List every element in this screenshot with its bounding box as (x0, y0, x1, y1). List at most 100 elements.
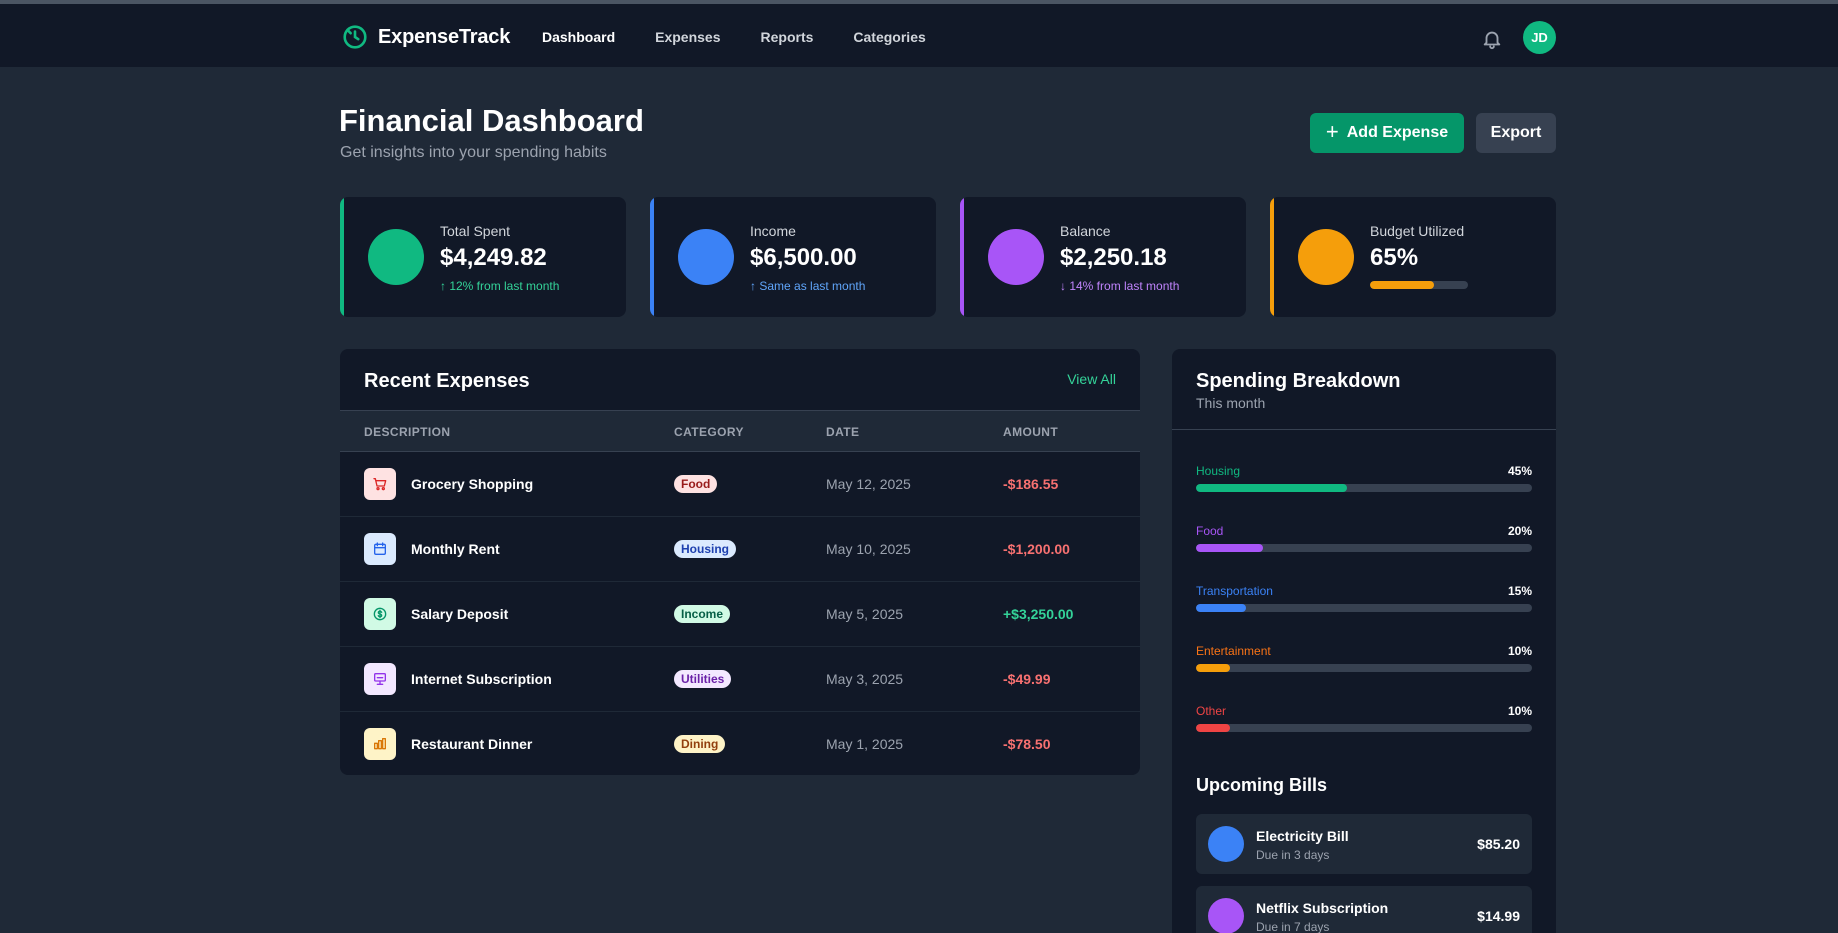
stat-card-income: Income $6,500.00 ↑ Same as last month (650, 197, 936, 317)
page-title: Financial Dashboard (339, 103, 644, 138)
stat-icon-circle (1298, 229, 1354, 285)
column-header-amount[interactable]: AMOUNT (1003, 425, 1058, 439)
stat-value: $2,250.18 (1060, 244, 1167, 271)
breakdown-bar (1196, 664, 1532, 672)
stat-label: Balance (1060, 223, 1111, 239)
recent-expenses-title: Recent Expenses (364, 370, 530, 392)
table-row[interactable]: Restaurant Dinner Dining May 1, 2025 -$7… (340, 712, 1140, 775)
category-badge: Food (674, 475, 718, 493)
nav-categories[interactable]: Categories (853, 29, 925, 45)
breakdown-bar-fill (1196, 604, 1247, 612)
table-row[interactable]: Grocery Shopping Food May 12, 2025 -$186… (340, 452, 1140, 517)
nav-expenses[interactable]: Expenses (655, 29, 720, 45)
expense-description: Grocery Shopping (411, 476, 534, 492)
expense-description: Monthly Rent (411, 541, 500, 557)
chart-icon (364, 728, 396, 760)
page-subtitle: Get insights into your spending habits (340, 144, 607, 161)
expense-description: Internet Subscription (411, 671, 552, 687)
expense-date: May 5, 2025 (826, 606, 904, 622)
expense-date: May 1, 2025 (826, 736, 904, 752)
stat-icon-circle (368, 229, 424, 285)
dollar-icon (364, 598, 396, 630)
breakdown-subtitle: This month (1196, 395, 1266, 411)
stat-label: Budget Utilized (1370, 223, 1465, 239)
user-avatar[interactable]: JD (1523, 21, 1556, 54)
stat-icon-circle (678, 229, 734, 285)
budget-progress-fill (1370, 281, 1434, 289)
breakdown-item-transportation: Transportation 15% (1196, 584, 1532, 614)
expense-date: May 10, 2025 (826, 541, 911, 557)
breakdown-label: Food (1196, 524, 1224, 538)
breakdown-bar-fill (1196, 544, 1264, 552)
view-all-link[interactable]: View All (1067, 371, 1116, 387)
breakdown-percent: 20% (1507, 524, 1532, 538)
nav-dashboard[interactable]: Dashboard (542, 29, 615, 45)
breakdown-bar-fill (1196, 484, 1348, 492)
expense-amount: -$78.50 (1003, 736, 1051, 752)
breakdown-percent: 15% (1507, 584, 1532, 598)
stat-card-budget: Budget Utilized 65% (1270, 197, 1556, 317)
breakdown-item-housing: Housing 45% (1196, 464, 1532, 494)
bill-item[interactable]: Netflix Subscription Due in 7 days $14.9… (1196, 886, 1532, 933)
bill-amount: $85.20 (1477, 836, 1520, 852)
breakdown-bar-fill (1196, 664, 1230, 672)
stat-label: Income (750, 223, 796, 239)
stat-change: ↓ 14% from last month (1060, 279, 1180, 293)
column-header-category[interactable]: CATEGORY (674, 425, 744, 439)
expense-date: May 3, 2025 (826, 671, 904, 687)
expense-amount: +$3,250.00 (1003, 606, 1074, 622)
card-accent (1270, 197, 1274, 317)
recent-expenses-panel: Recent Expenses View All DESCRIPTION CAT… (340, 349, 1140, 775)
category-badge: Housing (674, 540, 736, 558)
breakdown-label: Entertainment (1196, 644, 1271, 658)
table-row[interactable]: Monthly Rent Housing May 10, 2025 -$1,20… (340, 517, 1140, 582)
breakdown-label: Transportation (1196, 584, 1273, 598)
table-row[interactable]: Internet Subscription Utilities May 3, 2… (340, 647, 1140, 712)
bill-icon-circle (1208, 826, 1244, 862)
bell-icon[interactable] (1481, 28, 1503, 50)
breakdown-label: Other (1196, 704, 1227, 718)
breakdown-percent: 45% (1507, 464, 1532, 478)
nav-reports[interactable]: Reports (761, 29, 814, 45)
stat-value: $4,249.82 (440, 244, 547, 271)
export-button[interactable]: Export (1476, 113, 1556, 153)
navbar: ExpenseTrack Dashboard Expenses Reports … (0, 4, 1838, 68)
upcoming-bills-title: Upcoming Bills (1196, 775, 1328, 795)
breakdown-bar (1196, 604, 1532, 612)
bill-due: Due in 3 days (1256, 848, 1330, 862)
breakdown-bar (1196, 544, 1532, 552)
category-badge: Utilities (674, 670, 732, 688)
add-expense-button[interactable]: + Add Expense (1310, 113, 1464, 153)
brand[interactable]: ExpenseTrack (342, 24, 510, 50)
card-accent (960, 197, 964, 317)
column-header-date[interactable]: DATE (826, 425, 859, 439)
category-badge: Income (674, 605, 731, 623)
breakdown-percent: 10% (1507, 704, 1532, 718)
monitor-icon (364, 663, 396, 695)
stat-icon-circle (988, 229, 1044, 285)
expense-amount: -$1,200.00 (1003, 541, 1070, 557)
expense-description: Salary Deposit (411, 606, 509, 622)
category-badge: Dining (674, 735, 726, 753)
spending-breakdown-panel: Spending Breakdown This month Housing 45… (1172, 349, 1556, 933)
stat-value: 65% (1370, 244, 1419, 271)
brand-name: ExpenseTrack (378, 25, 511, 48)
bill-item[interactable]: Electricity Bill Due in 3 days $85.20 (1196, 814, 1532, 874)
cart-icon (364, 468, 396, 500)
card-accent (340, 197, 344, 317)
calendar-icon (364, 533, 396, 565)
expense-description: Restaurant Dinner (411, 736, 533, 752)
stat-card-balance: Balance $2,250.18 ↓ 14% from last month (960, 197, 1246, 317)
breakdown-bar-fill (1196, 724, 1230, 732)
expense-date: May 12, 2025 (826, 476, 911, 492)
bill-icon-circle (1208, 898, 1244, 933)
bill-due: Due in 7 days (1256, 920, 1330, 933)
plus-icon: + (1325, 119, 1339, 144)
breakdown-item-food: Food 20% (1196, 524, 1532, 554)
bill-amount: $14.99 (1477, 908, 1520, 924)
breakdown-item-entertainment: Entertainment 10% (1196, 644, 1532, 674)
stat-change: ↑ 12% from last month (440, 279, 560, 293)
breakdown-label: Housing (1196, 464, 1241, 478)
table-row[interactable]: Salary Deposit Income May 5, 2025 +$3,25… (340, 582, 1140, 647)
column-header-description[interactable]: DESCRIPTION (364, 425, 450, 439)
